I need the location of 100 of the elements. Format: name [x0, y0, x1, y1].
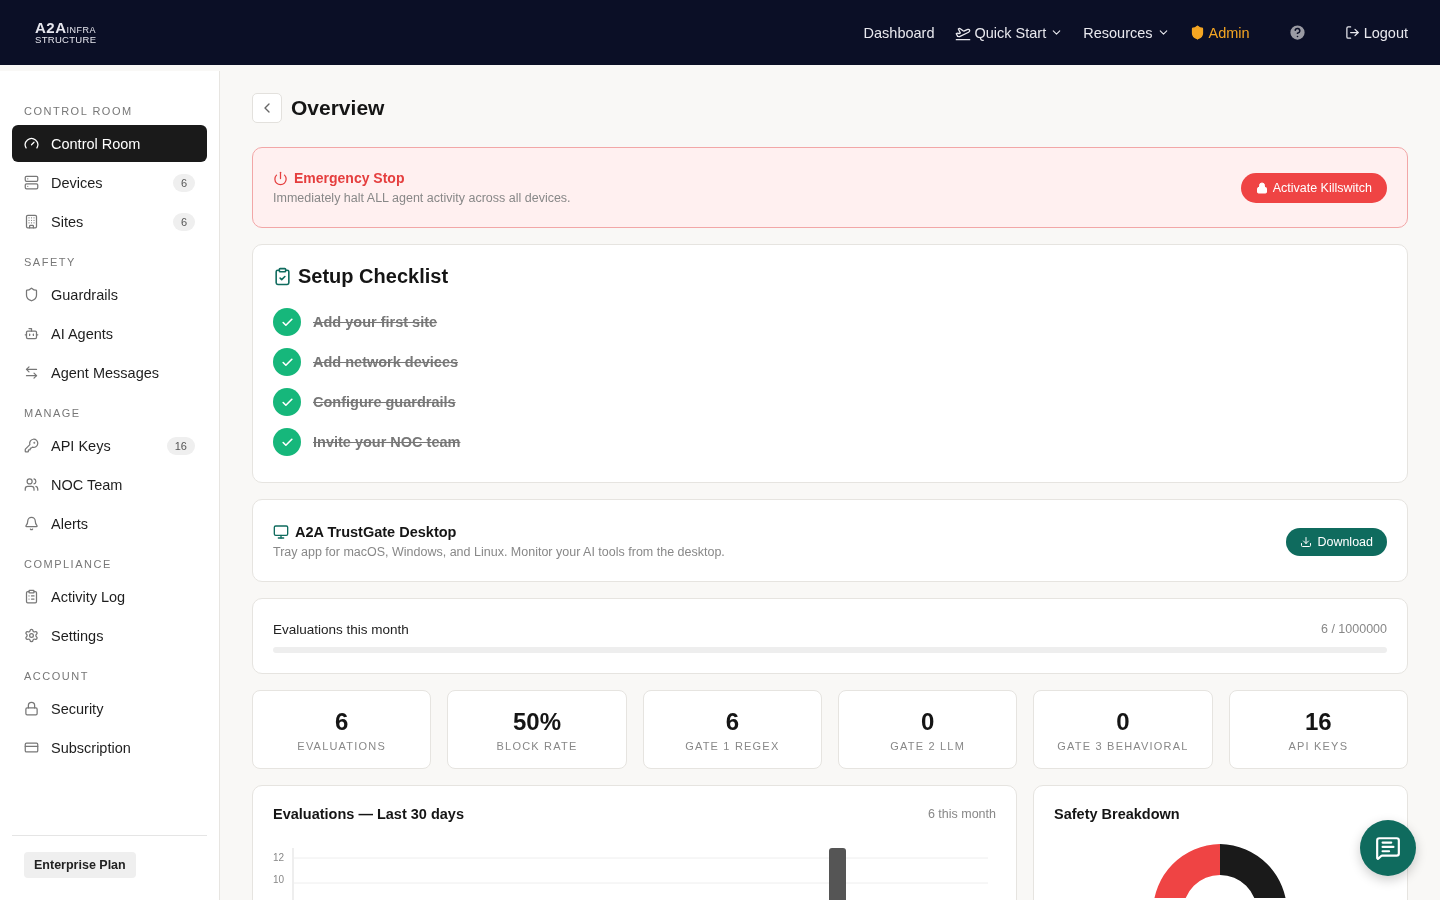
sidebar-item-icon	[24, 589, 39, 604]
section-title: COMPLIANCE	[23, 557, 113, 572]
lock-icon	[1255, 181, 1268, 194]
stat-value: 50%	[512, 707, 561, 736]
logout-link[interactable]: Logout	[1344, 24, 1408, 41]
help-icon[interactable]	[1287, 23, 1307, 42]
nav-link[interactable]: Dashboard	[863, 24, 935, 41]
stat-value: 6	[335, 707, 349, 736]
checklist-item: Invite your NOC team	[313, 434, 461, 450]
sidebar-item-icon	[24, 516, 39, 531]
check-circle[interactable]	[273, 388, 301, 416]
sidebar-item-icon	[24, 175, 39, 190]
logo-text: STRUCTURE	[35, 35, 97, 45]
logout-icon	[1344, 25, 1360, 40]
sidebar-item[interactable]: API Keys 16	[12, 427, 207, 464]
sidebar-item-label: Agent Messages	[51, 364, 159, 381]
axis-tick: 12	[273, 852, 285, 863]
sidebar-item[interactable]: Subscription	[12, 729, 207, 766]
sidebar-item-label: Sites	[51, 213, 84, 230]
sidebar-item-icon	[24, 477, 39, 492]
sidebar-item-icon	[24, 740, 39, 755]
logo-text: INFRA	[66, 26, 96, 36]
sidebar-item-icon	[24, 287, 39, 302]
sidebar-item-icon	[24, 136, 39, 151]
nav-dropdown[interactable]: Quick Start	[954, 24, 1064, 41]
sidebar-item-label: AI Agents	[51, 325, 114, 342]
sidebar-item-label: API Keys	[51, 437, 111, 454]
shield-icon	[1189, 25, 1205, 40]
plan-badge: Enterprise Plan	[24, 852, 136, 878]
nav-dropdown[interactable]: Resources	[1083, 24, 1170, 41]
sidebar-item-icon	[24, 438, 39, 453]
count-badge: 6	[172, 212, 195, 231]
sidebar-item-label: Security	[51, 700, 104, 717]
checklist-item: Configure guardrails	[313, 394, 456, 410]
sidebar-item[interactable]: Guardrails	[12, 276, 207, 313]
sidebar-item[interactable]: Control Room	[12, 125, 207, 162]
sidebar-item-label: NOC Team	[51, 476, 123, 493]
stat-label: BLOCK RATE	[496, 739, 578, 752]
logo-text: A2A	[35, 20, 67, 36]
stat-label: API KEYS	[1288, 739, 1349, 752]
sidebar-item-label: Control Room	[51, 135, 141, 152]
sidebar-item[interactable]: Devices 6	[12, 164, 207, 201]
stat-label: EVALUATIONS	[297, 739, 386, 752]
download-button[interactable]: Download	[1286, 527, 1387, 556]
clipboard-check-icon	[273, 267, 292, 286]
monitor-icon	[273, 524, 289, 540]
sidebar-item-label: Subscription	[51, 739, 131, 756]
chart-note: 6 this month	[927, 807, 996, 821]
check-circle[interactable]	[273, 308, 301, 336]
usage-reading: 6 / 1000000	[1320, 622, 1387, 637]
sidebar-item[interactable]: Sites 6	[12, 203, 207, 240]
back-button[interactable]	[252, 93, 282, 123]
sidebar-item[interactable]: NOC Team	[12, 466, 207, 503]
page-title: Overview	[291, 96, 385, 120]
count-badge: 6	[172, 173, 195, 192]
sidebar-item-icon	[24, 365, 39, 380]
stat-value: 0	[1116, 707, 1130, 736]
axis-tick: 10	[273, 874, 285, 885]
sidebar-item[interactable]: Agent Messages	[12, 354, 207, 391]
checklist-title: Setup Checklist	[298, 265, 449, 288]
logo[interactable]: A2AINFRA STRUCTURE	[35, 20, 97, 45]
chart-title: Evaluations — Last 30 days	[273, 806, 464, 822]
desktop-title: A2A TrustGate Desktop	[295, 524, 457, 540]
stat-label: GATE 3 BEHAVIORAL	[1057, 739, 1189, 752]
checklist-item: Add your first site	[313, 314, 438, 330]
safety-title: Safety Breakdown	[1054, 806, 1180, 822]
section-title: CONTROL ROOM	[23, 104, 134, 119]
sidebar-item[interactable]: Security	[12, 690, 207, 727]
emergency-title: Emergency Stop	[294, 170, 405, 186]
sidebar-item-icon	[24, 326, 39, 341]
section-title: SAFETY	[23, 255, 77, 270]
sidebar-item-icon	[24, 214, 39, 229]
stat-value: 6	[725, 707, 739, 736]
stat-label: GATE 1 REGEX	[685, 739, 780, 752]
stat-value: 16	[1304, 707, 1332, 736]
download-icon	[1300, 535, 1313, 548]
section-title: MANAGE	[23, 406, 82, 421]
usage-label: Evaluations this month	[273, 622, 409, 637]
sidebar-item[interactable]: Activity Log	[12, 578, 207, 615]
checklist-item: Add network devices	[313, 354, 459, 370]
sidebar-item-icon	[24, 628, 39, 643]
sidebar-item[interactable]: Alerts	[12, 505, 207, 542]
sidebar-item-label: Alerts	[51, 515, 89, 532]
killswitch-button[interactable]: Activate Killswitch	[1240, 172, 1387, 203]
power-icon	[273, 170, 288, 186]
check-circle[interactable]	[273, 348, 301, 376]
admin-link[interactable]: Admin	[1189, 24, 1250, 41]
emergency-text: Immediately halt ALL agent activity across all devices.	[273, 191, 571, 205]
sidebar-item-label: Activity Log	[51, 588, 126, 605]
sidebar-item-label: Settings	[51, 627, 104, 644]
count-badge: 16	[166, 436, 195, 455]
sidebar-item-label: Guardrails	[51, 286, 118, 303]
check-circle[interactable]	[273, 428, 301, 456]
sidebar-item-label: Devices	[51, 174, 103, 191]
sidebar-item-icon	[24, 701, 39, 716]
stat-label: GATE 2 LLM	[890, 739, 966, 752]
section-title: ACCOUNT	[23, 669, 90, 684]
sidebar-item[interactable]: Settings	[12, 617, 207, 654]
chat-icon	[1375, 835, 1401, 861]
sidebar-item[interactable]: AI Agents	[12, 315, 207, 352]
